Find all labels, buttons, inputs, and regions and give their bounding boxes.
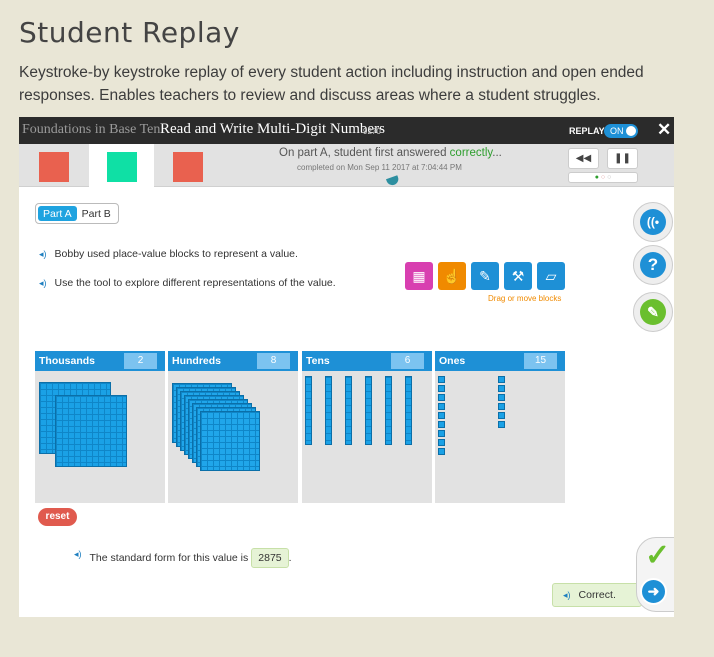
unit-cube[interactable] xyxy=(498,412,505,419)
column-header: Thousands 2 xyxy=(35,351,165,371)
unit-cube[interactable] xyxy=(498,394,505,401)
replay-label: REPLAY xyxy=(569,126,605,136)
instruction-button[interactable]: ((• xyxy=(633,202,673,242)
unit-cube[interactable] xyxy=(498,385,505,392)
part-tabs: Part A Part B xyxy=(35,203,119,224)
column-header: Hundreds 8 xyxy=(168,351,298,371)
tab-part-a[interactable]: Part A xyxy=(38,206,77,221)
timeline-marker[interactable] xyxy=(385,175,401,187)
replay-toggle[interactable]: ON xyxy=(604,124,638,138)
tool-caption: Drag or move blocks xyxy=(488,294,562,303)
page-title: Student Replay xyxy=(19,16,240,49)
pointer-hand-icon[interactable]: ☝ xyxy=(438,262,466,290)
step-indicator: ● ○ ○ xyxy=(568,172,638,183)
part-indicator-2[interactable] xyxy=(107,152,137,182)
eraser-icon[interactable]: ▱ xyxy=(537,262,565,290)
glossary-icon: ✎ xyxy=(640,299,666,325)
thousands-column[interactable]: Thousands 2 xyxy=(35,351,165,503)
thousand-block[interactable] xyxy=(55,395,127,467)
ten-rod[interactable] xyxy=(385,376,392,445)
ten-rod[interactable] xyxy=(405,376,412,445)
standard-form-sentence: ◂) The standard form for this value is 287… xyxy=(74,548,292,568)
column-name: Hundreds xyxy=(172,355,222,367)
unit-cube[interactable] xyxy=(438,439,445,446)
status-bar: On part A, student first answered correc… xyxy=(19,144,674,187)
column-name: Tens xyxy=(306,355,330,367)
column-count: 8 xyxy=(257,353,290,369)
unit-cube[interactable] xyxy=(438,448,445,455)
completed-timestamp: completed on Mon Sep 11 2017 at 7:04:44 … xyxy=(297,163,462,172)
ten-rod[interactable] xyxy=(305,376,312,445)
tens-column[interactable]: Tens 6 xyxy=(302,351,432,503)
column-name: Ones xyxy=(439,355,466,367)
part-indicator-1[interactable] xyxy=(39,152,69,182)
column-name: Thousands xyxy=(39,355,96,367)
part-indicator-3[interactable] xyxy=(173,152,203,182)
speaker-icon[interactable]: ◂) xyxy=(39,278,47,288)
unit-cube[interactable] xyxy=(498,403,505,410)
standard-form-label: The standard form for this value is xyxy=(89,552,249,564)
column-header: Tens 6 xyxy=(302,351,432,371)
unit-cube[interactable] xyxy=(438,430,445,437)
ten-rod[interactable] xyxy=(345,376,352,445)
glossary-button[interactable]: ✎ xyxy=(633,292,673,332)
hammer-icon[interactable]: ⚒ xyxy=(504,262,532,290)
ones-column[interactable]: Ones 15 xyxy=(435,351,565,503)
unit-cube[interactable] xyxy=(438,412,445,419)
prompt-line-1: ◂) Bobby used place-value blocks to repre… xyxy=(39,248,298,260)
top-bar: Foundations in Base Ten Read and Write M… xyxy=(19,117,674,144)
speaker-icon[interactable]: ◂) xyxy=(39,249,47,259)
feedback-label: Correct. xyxy=(578,589,616,601)
replay-frame: Foundations in Base Ten Read and Write M… xyxy=(19,117,674,617)
instruction-icon: ((• xyxy=(640,209,666,235)
column-count: 6 xyxy=(391,353,424,369)
pen-icon[interactable]: ✎ xyxy=(471,262,499,290)
lesson-id: 9270 xyxy=(363,127,381,136)
unit-cube[interactable] xyxy=(438,403,445,410)
standard-form-suffix: . xyxy=(288,552,292,564)
speaker-icon[interactable]: ◂) xyxy=(74,549,82,559)
page-description: Keystroke-by keystroke replay of every s… xyxy=(19,64,644,104)
replay-controls: ◀◀ ❚❚ ● ○ ○ xyxy=(568,148,638,184)
unit-cube[interactable] xyxy=(498,376,505,383)
ten-rod[interactable] xyxy=(325,376,332,445)
speaker-icon[interactable]: ◂) xyxy=(563,590,571,600)
pause-icon[interactable]: ❚❚ xyxy=(607,148,638,169)
submit-panel: ✓ ➜ xyxy=(636,537,674,612)
unit-cube[interactable] xyxy=(438,421,445,428)
help-button[interactable]: ? xyxy=(633,245,673,285)
unit-cube[interactable] xyxy=(498,421,505,428)
ten-rod[interactable] xyxy=(365,376,372,445)
standard-form-input[interactable]: 2875 xyxy=(251,548,289,568)
check-icon[interactable]: ✓ xyxy=(645,538,670,573)
hundred-flat[interactable] xyxy=(200,411,260,471)
lesson-title: Read and Write Multi-Digit Numbers xyxy=(160,121,385,137)
answer-summary: On part A, student first answered correc… xyxy=(279,147,502,159)
grid-icon[interactable]: ▦ xyxy=(405,262,433,290)
column-count: 2 xyxy=(124,353,157,369)
close-icon[interactable]: ✕ xyxy=(657,120,671,140)
help-icon: ? xyxy=(640,252,666,278)
hundreds-column[interactable]: Hundreds 8 xyxy=(168,351,298,503)
unit-cube[interactable] xyxy=(438,394,445,401)
rewind-icon[interactable]: ◀◀ xyxy=(568,148,599,169)
course-brand: Foundations in Base Ten xyxy=(22,122,161,137)
prompt-line-2: ◂) Use the tool to explore different repr… xyxy=(39,277,336,289)
reset-button[interactable]: reset xyxy=(38,508,77,526)
toggle-label: ON xyxy=(610,126,624,136)
column-count: 15 xyxy=(524,353,557,369)
tab-part-b[interactable]: Part B xyxy=(77,206,116,221)
unit-cube[interactable] xyxy=(438,385,445,392)
arrow-right-icon[interactable]: ➜ xyxy=(640,578,667,605)
column-header: Ones 15 xyxy=(435,351,565,371)
feedback-box: ◂) Correct. xyxy=(552,583,642,607)
unit-cube[interactable] xyxy=(438,376,445,383)
toggle-knob xyxy=(626,126,636,136)
